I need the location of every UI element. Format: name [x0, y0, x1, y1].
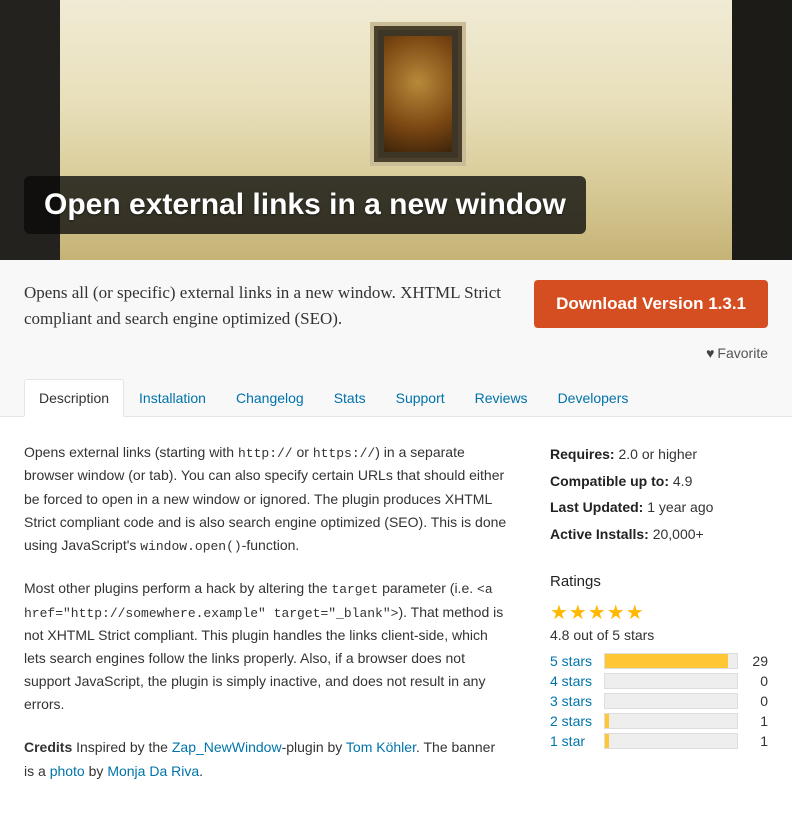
- ratings-title: Ratings: [550, 573, 768, 590]
- credits-link-monja[interactable]: Monja Da Riva: [107, 763, 199, 779]
- description-content: Opens external links (starting with http…: [24, 441, 508, 803]
- plugin-title: Open external links in a new window: [24, 176, 586, 234]
- rating-row[interactable]: 4 stars 0: [550, 673, 768, 689]
- tab-reviews[interactable]: Reviews: [460, 379, 543, 416]
- rating-label: 5 stars: [550, 653, 594, 669]
- tab-developers[interactable]: Developers: [543, 379, 644, 416]
- credits-link-tom[interactable]: Tom Köhler: [346, 739, 416, 755]
- tab-installation[interactable]: Installation: [124, 379, 221, 416]
- rating-label: 2 stars: [550, 713, 594, 729]
- rating-bar: [604, 693, 738, 709]
- rating-row[interactable]: 2 stars 1: [550, 713, 768, 729]
- star-rating-icon: ★★★★★: [550, 600, 768, 625]
- rating-count: 1: [748, 733, 768, 749]
- plugin-sidebar: Requires: 2.0 or higher Compatible up to…: [550, 441, 768, 803]
- rating-count: 0: [748, 673, 768, 689]
- plugin-summary: Opens all (or specific) external links i…: [24, 280, 534, 331]
- plugin-header: Opens all (or specific) external links i…: [0, 260, 792, 417]
- rating-bar: [604, 653, 738, 669]
- rating-label: 3 stars: [550, 693, 594, 709]
- favorite-label: Favorite: [717, 345, 768, 361]
- rating-summary: 4.8 out of 5 stars: [550, 627, 768, 643]
- plugin-tabs: DescriptionInstallationChangelogStatsSup…: [24, 379, 768, 416]
- rating-count: 0: [748, 693, 768, 709]
- tab-stats[interactable]: Stats: [319, 379, 381, 416]
- rating-bar: [604, 733, 738, 749]
- plugin-banner: Open external links in a new window: [0, 0, 792, 260]
- rating-label: 1 star: [550, 733, 594, 749]
- banner-window: [370, 22, 466, 166]
- tab-support[interactable]: Support: [381, 379, 460, 416]
- tab-description[interactable]: Description: [24, 379, 124, 417]
- rating-label: 4 stars: [550, 673, 594, 689]
- favorite-button[interactable]: ♥Favorite: [24, 345, 768, 361]
- rating-row[interactable]: 5 stars 29: [550, 653, 768, 669]
- rating-bar: [604, 673, 738, 689]
- download-button[interactable]: Download Version 1.3.1: [534, 280, 768, 328]
- heart-icon: ♥: [706, 345, 714, 361]
- rating-row[interactable]: 3 stars 0: [550, 693, 768, 709]
- rating-count: 29: [748, 653, 768, 669]
- credits-link-photo[interactable]: photo: [50, 763, 85, 779]
- meta-list: Requires: 2.0 or higher Compatible up to…: [550, 441, 768, 547]
- credits-link-zap[interactable]: Zap_NewWindow: [172, 739, 282, 755]
- rating-bar: [604, 713, 738, 729]
- rating-row[interactable]: 1 star 1: [550, 733, 768, 749]
- rating-count: 1: [748, 713, 768, 729]
- tab-changelog[interactable]: Changelog: [221, 379, 319, 416]
